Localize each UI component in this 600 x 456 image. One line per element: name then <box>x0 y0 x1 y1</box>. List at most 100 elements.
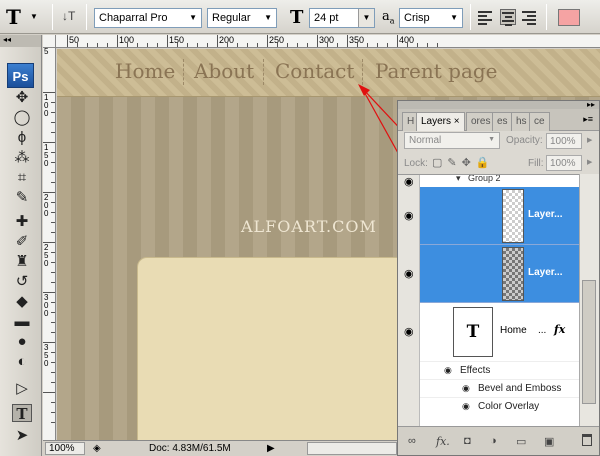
ruler-label: 2 0 0 <box>44 193 49 218</box>
tab-paths[interactable]: es <box>492 112 513 131</box>
layer-style-icon[interactable]: fx. <box>436 435 450 448</box>
text-layer-row[interactable]: T Home ... fx <box>420 303 579 361</box>
dodge-icon[interactable]: ◐ <box>12 353 32 371</box>
fill-label: Fill: <box>528 158 544 169</box>
toolbox: ◂◂ Ps ✥ ◯ ϕ ⁂ ⌗ ✎ ✚ ✐ ♜ ↺ ◆ ▬ ● ◐ ▷ T ➤ <box>0 35 42 456</box>
divider <box>546 4 547 30</box>
blend-mode-select[interactable]: Normal ▼ <box>404 132 500 149</box>
ruler-horizontal[interactable]: 50 100 150 200 250 300 350 400 <box>56 35 600 48</box>
align-center-icon[interactable] <box>500 9 516 26</box>
status-menu-icon[interactable]: ◈ <box>93 443 101 454</box>
blur-icon[interactable]: ● <box>12 333 32 351</box>
toolbox-grip[interactable]: ◂◂ <box>0 35 41 47</box>
move-icon[interactable]: ✥ <box>12 89 32 107</box>
layer-name: Layer... <box>528 267 563 278</box>
aa-label: a <box>382 9 390 24</box>
eye-icon[interactable]: ◉ <box>462 401 470 412</box>
gradient-icon[interactable]: ▬ <box>12 313 32 331</box>
font-style-value: Regular <box>212 12 251 24</box>
eye-icon[interactable]: ◉ <box>404 209 414 222</box>
nav-about[interactable]: About <box>194 59 254 83</box>
brush-icon[interactable]: ✐ <box>12 233 32 251</box>
fx-icon[interactable]: fx <box>554 323 565 336</box>
type-tool-preset-icon[interactable]: T <box>6 5 21 29</box>
slice-icon[interactable]: ✎ <box>12 189 32 207</box>
text-layer-thumbnail: T <box>453 307 493 357</box>
tab-layers[interactable]: Layers × <box>416 112 465 131</box>
effect-row[interactable]: ◉ Color Overlay <box>420 397 579 415</box>
doc-size: Doc: 4.83M/61.5M <box>149 443 231 454</box>
font-family-select[interactable]: Chaparral Pro ▼ <box>94 8 202 28</box>
watermark: ALFOART.COM <box>241 217 377 236</box>
add-mask-icon[interactable]: ◘ <box>464 435 471 447</box>
lasso-icon[interactable]: ϕ <box>12 129 32 147</box>
font-size-select[interactable]: 24 pt ▼ <box>309 8 375 28</box>
healing-icon[interactable]: ✚ <box>12 213 32 231</box>
tool-preset-dropdown-icon[interactable]: ▼ <box>30 12 38 21</box>
effect-row[interactable]: ◉ Bevel and Emboss <box>420 379 579 397</box>
crop-icon[interactable]: ⌗ <box>12 169 32 187</box>
group-row[interactable]: Group 2 ▾ <box>420 175 579 187</box>
history-brush-icon[interactable]: ↺ <box>12 273 32 291</box>
collapse-icon[interactable]: ▸▸ <box>587 101 595 109</box>
opacity-field[interactable]: 100% <box>546 133 582 149</box>
link-layers-icon[interactable]: ∞ <box>408 435 416 447</box>
effects-row[interactable]: ◉ Effects <box>420 361 579 379</box>
panel-titlebar[interactable]: ▸▸ <box>398 101 599 109</box>
nav-contact[interactable]: Contact <box>275 59 354 83</box>
delete-layer-icon[interactable] <box>582 434 592 446</box>
layer-row[interactable]: Layer... <box>420 187 579 245</box>
nav-parent-page[interactable]: Parent page <box>375 59 498 83</box>
layers-scrollbar[interactable] <box>579 174 599 426</box>
lock-icons[interactable]: ▢✎✥🔒 <box>432 156 495 169</box>
layer-row[interactable]: Layer... <box>420 245 579 303</box>
eraser-icon[interactable]: ◆ <box>12 293 32 311</box>
zoom-value: 100% <box>49 443 75 454</box>
nav-divider <box>362 59 363 85</box>
photoshop-logo[interactable]: Ps <box>7 63 34 88</box>
navigation-bar: Home About Contact Parent page <box>57 49 600 97</box>
ruler-corner[interactable] <box>43 35 56 48</box>
type-icon[interactable]: T <box>12 404 32 423</box>
eye-icon[interactable]: ◉ <box>404 175 414 188</box>
path-select-icon[interactable]: ➤ <box>12 427 32 445</box>
new-layer-icon[interactable]: ▣ <box>544 435 554 448</box>
text-orientation-icon[interactable]: ↓T <box>62 9 75 23</box>
adjustment-layer-icon[interactable]: ◑ <box>490 435 497 447</box>
fill-arrow-icon[interactable]: ▶ <box>587 158 592 166</box>
scroll-thumb[interactable] <box>582 280 596 404</box>
blend-mode-value: Normal <box>409 135 442 146</box>
zoom-field[interactable]: 100% <box>45 442 85 455</box>
ruler-label: 2 5 0 <box>44 243 49 268</box>
align-left-icon[interactable] <box>478 9 494 25</box>
eye-icon[interactable]: ◉ <box>462 383 470 394</box>
tab-styles[interactable]: ce <box>529 112 550 131</box>
chevron-down-icon: ▼ <box>189 13 197 22</box>
pen-icon[interactable]: ▷ <box>12 380 32 398</box>
eye-icon[interactable]: ◉ <box>404 267 414 280</box>
eye-icon[interactable]: ◉ <box>444 365 452 376</box>
horizontal-scrollbar[interactable] <box>307 442 397 455</box>
folder-icon: ▾ <box>456 174 461 183</box>
ruler-label: 5 <box>44 48 49 56</box>
status-arrow-icon[interactable]: ▶ <box>267 443 275 454</box>
panel-menu-icon[interactable]: ▸≡ <box>583 114 593 125</box>
lock-label: Lock: <box>404 158 428 169</box>
opacity-arrow-icon[interactable]: ▶ <box>587 136 592 144</box>
new-group-icon[interactable]: ▭ <box>516 435 526 448</box>
layers-panel: ▸▸ H Layers × ores es hs ce ▸≡ Normal ▼ O… <box>397 100 600 456</box>
nav-divider <box>263 59 264 85</box>
eye-icon[interactable]: ◉ <box>404 325 414 338</box>
text-color-swatch[interactable] <box>558 9 580 26</box>
stamp-icon[interactable]: ♜ <box>12 253 32 271</box>
ruler-vertical[interactable]: 5 1 0 0 1 5 0 2 0 0 2 5 0 3 0 0 3 5 0 <box>43 48 56 440</box>
close-icon[interactable]: × <box>454 116 460 127</box>
marquee-icon[interactable]: ◯ <box>12 109 32 127</box>
fill-field[interactable]: 100% <box>546 155 582 171</box>
divider <box>86 4 87 30</box>
align-right-icon[interactable] <box>522 9 538 25</box>
magic-wand-icon[interactable]: ⁂ <box>12 149 32 167</box>
nav-home[interactable]: Home <box>115 59 175 83</box>
anti-alias-select[interactable]: Crisp ▼ <box>399 8 463 28</box>
font-style-select[interactable]: Regular ▼ <box>207 8 277 28</box>
